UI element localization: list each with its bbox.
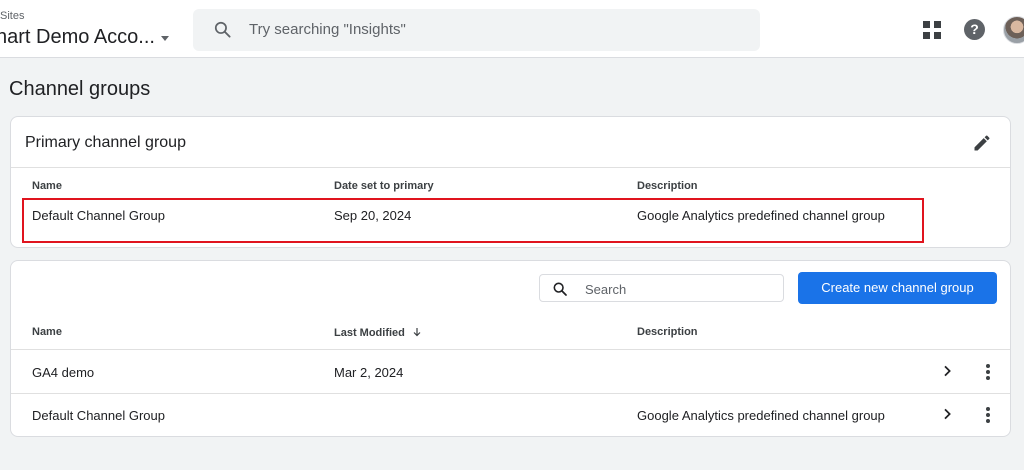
row-divider: [11, 393, 1010, 394]
search-placeholder: Search: [585, 282, 627, 297]
global-search-input[interactable]: Try searching "Insights": [193, 9, 760, 51]
search-icon: [214, 21, 231, 38]
pencil-icon[interactable]: [972, 133, 992, 153]
arrow-down-icon[interactable]: [411, 326, 423, 338]
global-search-placeholder: Try searching "Insights": [249, 21, 406, 38]
caret-down-icon[interactable]: [161, 36, 169, 41]
row-last-modified: Mar 2, 2024: [334, 365, 404, 380]
column-header-name: Name: [32, 180, 62, 192]
row-name[interactable]: GA4 demo: [32, 365, 94, 380]
create-channel-group-button[interactable]: Create new channel group: [798, 272, 997, 304]
apps-icon[interactable]: [923, 21, 941, 39]
row-divider: [11, 349, 1010, 350]
column-header-description: Description: [637, 180, 698, 192]
row-name[interactable]: Default Channel Group: [32, 408, 165, 423]
card-title: Primary channel group: [25, 134, 186, 151]
channel-groups-list-card: Search Create new channel group Name Las…: [10, 260, 1011, 437]
more-vert-icon[interactable]: [986, 407, 990, 425]
page-title: Channel groups: [9, 78, 151, 100]
chevron-right-icon[interactable]: [939, 363, 955, 379]
help-icon[interactable]: ?: [964, 19, 985, 40]
card-header: Primary channel group: [11, 117, 1010, 168]
column-header-name[interactable]: Name: [32, 326, 62, 338]
account-selector[interactable]: nart Demo Acco...: [0, 26, 155, 49]
row-description: Google Analytics predefined channel grou…: [637, 408, 885, 423]
top-bar: Sites nart Demo Acco... Try searching "I…: [0, 0, 1024, 58]
column-header-description: Description: [637, 326, 698, 338]
account-breadcrumb: Sites: [0, 10, 25, 22]
search-input[interactable]: Search: [539, 274, 784, 302]
column-header-date: Date set to primary: [334, 180, 434, 192]
highlight-box: [22, 198, 924, 243]
avatar[interactable]: [1003, 16, 1024, 44]
column-header-last-modified[interactable]: Last Modified: [334, 326, 423, 339]
more-vert-icon[interactable]: [986, 364, 990, 382]
chevron-right-icon[interactable]: [939, 406, 955, 422]
column-header-last-modified-label: Last Modified: [334, 327, 405, 339]
search-icon: [553, 282, 567, 296]
